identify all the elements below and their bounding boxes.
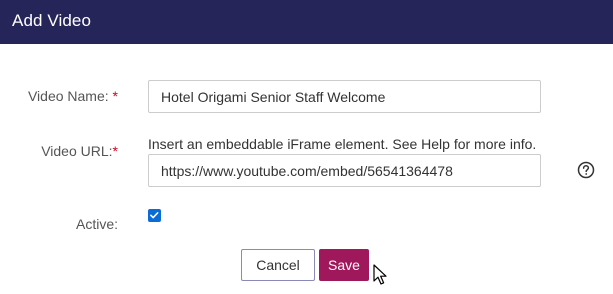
active-label: Active: [75,216,118,232]
dialog-header: Add Video [0,0,613,44]
video-url-hint: Insert an embeddable iFrame element. See… [148,136,537,152]
video-url-label: Video URL:* [41,143,118,160]
video-url-label-text: Video URL: [41,143,113,159]
active-checkbox[interactable] [148,209,161,222]
required-mark: * [112,88,118,104]
video-url-input[interactable] [148,154,541,187]
video-name-input[interactable] [148,80,541,113]
question-circle-icon[interactable] [577,161,595,179]
save-button[interactable]: Save [319,249,369,281]
video-name-label: Video Name: * [28,88,118,105]
video-name-label-text: Video Name: [27,88,109,104]
cancel-button[interactable]: Cancel [241,249,315,281]
mouse-pointer-icon [373,264,387,285]
add-video-dialog: Add Video Video Name: * Insert an embedd… [0,0,613,294]
required-mark: * [112,143,118,159]
dialog-title: Add Video [12,11,92,30]
checkmark-icon [150,212,159,219]
